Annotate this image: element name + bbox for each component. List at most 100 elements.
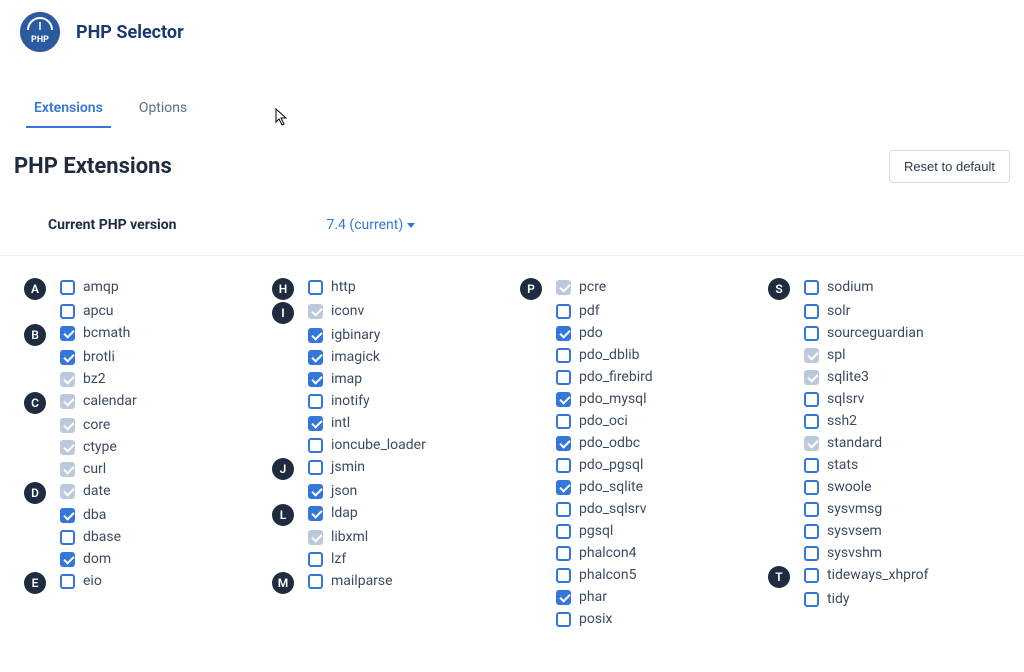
extension-label: http [331, 279, 356, 295]
extension-checkbox-pdo_mysql[interactable] [556, 392, 571, 407]
chevron-down-icon [407, 223, 415, 228]
letter-group-t: Ttideways_xhproftidy [768, 564, 1000, 610]
extension-checkbox-phar[interactable] [556, 590, 571, 605]
extension-checkbox-stats[interactable] [804, 458, 819, 473]
extension-checkbox-sodium[interactable] [804, 280, 819, 295]
extension-item: sourceguardian [804, 322, 924, 344]
extension-checkbox-pdo_firebird[interactable] [556, 370, 571, 385]
extension-label: tidy [827, 591, 850, 607]
extension-checkbox-brotli[interactable] [60, 350, 75, 365]
letter-badge: E [24, 572, 46, 594]
extension-item: phar [556, 586, 607, 608]
extension-row: Aamqp [24, 276, 256, 300]
extension-checkbox-pdo_sqlite[interactable] [556, 480, 571, 495]
extension-checkbox-dba[interactable] [60, 508, 75, 523]
version-dropdown[interactable]: 7.4 (current) [327, 217, 416, 233]
extension-checkbox-dbase[interactable] [60, 530, 75, 545]
extension-row: inotify [272, 390, 504, 412]
extension-label: stats [827, 457, 858, 473]
letter-group-e: Eeio [24, 570, 256, 594]
extension-checkbox-solr[interactable] [804, 304, 819, 319]
extension-checkbox-ssh2[interactable] [804, 414, 819, 429]
extension-label: intl [331, 415, 350, 431]
extension-checkbox-igbinary[interactable] [308, 328, 323, 343]
extension-item: intl [308, 412, 350, 434]
reset-to-default-button[interactable]: Reset to default [889, 150, 1010, 183]
extension-row: sourceguardian [768, 322, 1000, 344]
extension-checkbox-pdo_sqlsrv[interactable] [556, 502, 571, 517]
extensions-column: HhttpIiconvigbinaryimagickimapinotifyint… [272, 276, 504, 630]
extension-checkbox-apcu[interactable] [60, 304, 75, 319]
extension-checkbox-tidy[interactable] [804, 592, 819, 607]
extension-checkbox-sqlsrv[interactable] [804, 392, 819, 407]
extension-checkbox-inotify[interactable] [308, 394, 323, 409]
extension-checkbox-posix[interactable] [556, 612, 571, 627]
extension-item: iconv [308, 300, 364, 322]
extension-checkbox-bcmath[interactable] [60, 326, 75, 341]
extension-label: mailparse [331, 573, 393, 589]
extension-row: imagick [272, 346, 504, 368]
extension-row: stats [768, 454, 1000, 476]
extension-row: pdo [520, 322, 752, 344]
extension-checkbox-pdo_pgsql[interactable] [556, 458, 571, 473]
tab-options[interactable]: Options [131, 92, 195, 128]
extension-checkbox-jsmin[interactable] [308, 460, 323, 475]
extension-checkbox-pdf[interactable] [556, 304, 571, 319]
extension-item: pdo_pgsql [556, 454, 643, 476]
extension-item: dom [60, 548, 111, 570]
extension-label: tideways_xhprof [827, 567, 928, 583]
extension-checkbox-pgsql[interactable] [556, 524, 571, 539]
extension-row: dbase [24, 526, 256, 548]
extension-checkbox-mailparse[interactable] [308, 574, 323, 589]
extension-checkbox-imap[interactable] [308, 372, 323, 387]
extension-label: brotli [83, 349, 115, 365]
tab-extensions[interactable]: Extensions [26, 92, 111, 128]
extension-checkbox-lzf[interactable] [308, 552, 323, 567]
extension-checkbox-pcre [556, 280, 571, 295]
extension-row: posix [520, 608, 752, 630]
extension-checkbox-pdo_odbc[interactable] [556, 436, 571, 451]
letter-group-h: Hhttp [272, 276, 504, 300]
extension-label: iconv [331, 303, 364, 319]
extension-checkbox-ioncube_loader[interactable] [308, 438, 323, 453]
extension-checkbox-sourceguardian[interactable] [804, 326, 819, 341]
extension-checkbox-swoole[interactable] [804, 480, 819, 495]
extension-checkbox-json[interactable] [308, 484, 323, 499]
extension-item: sqlsrv [804, 388, 864, 410]
extension-row: sqlite3 [768, 366, 1000, 388]
extension-item: phalcon4 [556, 542, 637, 564]
extension-row: pdo_dblib [520, 344, 752, 366]
extension-checkbox-eio[interactable] [60, 574, 75, 589]
extension-label: pcre [579, 279, 606, 295]
extension-label: eio [83, 573, 102, 589]
extension-item: swoole [804, 476, 872, 498]
extension-checkbox-ldap[interactable] [308, 506, 323, 521]
extension-checkbox-ctype [60, 440, 75, 455]
extension-checkbox-pdo_oci[interactable] [556, 414, 571, 429]
extension-label: lzf [331, 551, 346, 567]
extension-checkbox-intl[interactable] [308, 416, 323, 431]
extension-row: pdf [520, 300, 752, 322]
extension-item: curl [60, 458, 106, 480]
extension-label: sqlsrv [827, 391, 864, 407]
extension-checkbox-tideways_xhprof[interactable] [804, 568, 819, 583]
extension-label: core [83, 417, 110, 433]
extension-checkbox-sysvsem[interactable] [804, 524, 819, 539]
extension-checkbox-http[interactable] [308, 280, 323, 295]
extension-checkbox-pdo_dblib[interactable] [556, 348, 571, 363]
extension-checkbox-pdo[interactable] [556, 326, 571, 341]
letter-group-c: Ccalendarcorectypecurl [24, 390, 256, 480]
extension-label: pdo_sqlite [579, 479, 643, 495]
extension-row: imap [272, 368, 504, 390]
extension-item: imagick [308, 346, 380, 368]
extension-row: bz2 [24, 368, 256, 390]
extension-checkbox-phalcon5[interactable] [556, 568, 571, 583]
subheader: PHP Extensions Reset to default [0, 128, 1024, 189]
extension-checkbox-imagick[interactable] [308, 350, 323, 365]
extension-checkbox-phalcon4[interactable] [556, 546, 571, 561]
extension-checkbox-sysvshm[interactable] [804, 546, 819, 561]
extension-checkbox-dom[interactable] [60, 552, 75, 567]
extension-checkbox-sysvmsg[interactable] [804, 502, 819, 517]
extension-checkbox-amqp[interactable] [60, 280, 75, 295]
extension-label: spl [827, 347, 846, 363]
